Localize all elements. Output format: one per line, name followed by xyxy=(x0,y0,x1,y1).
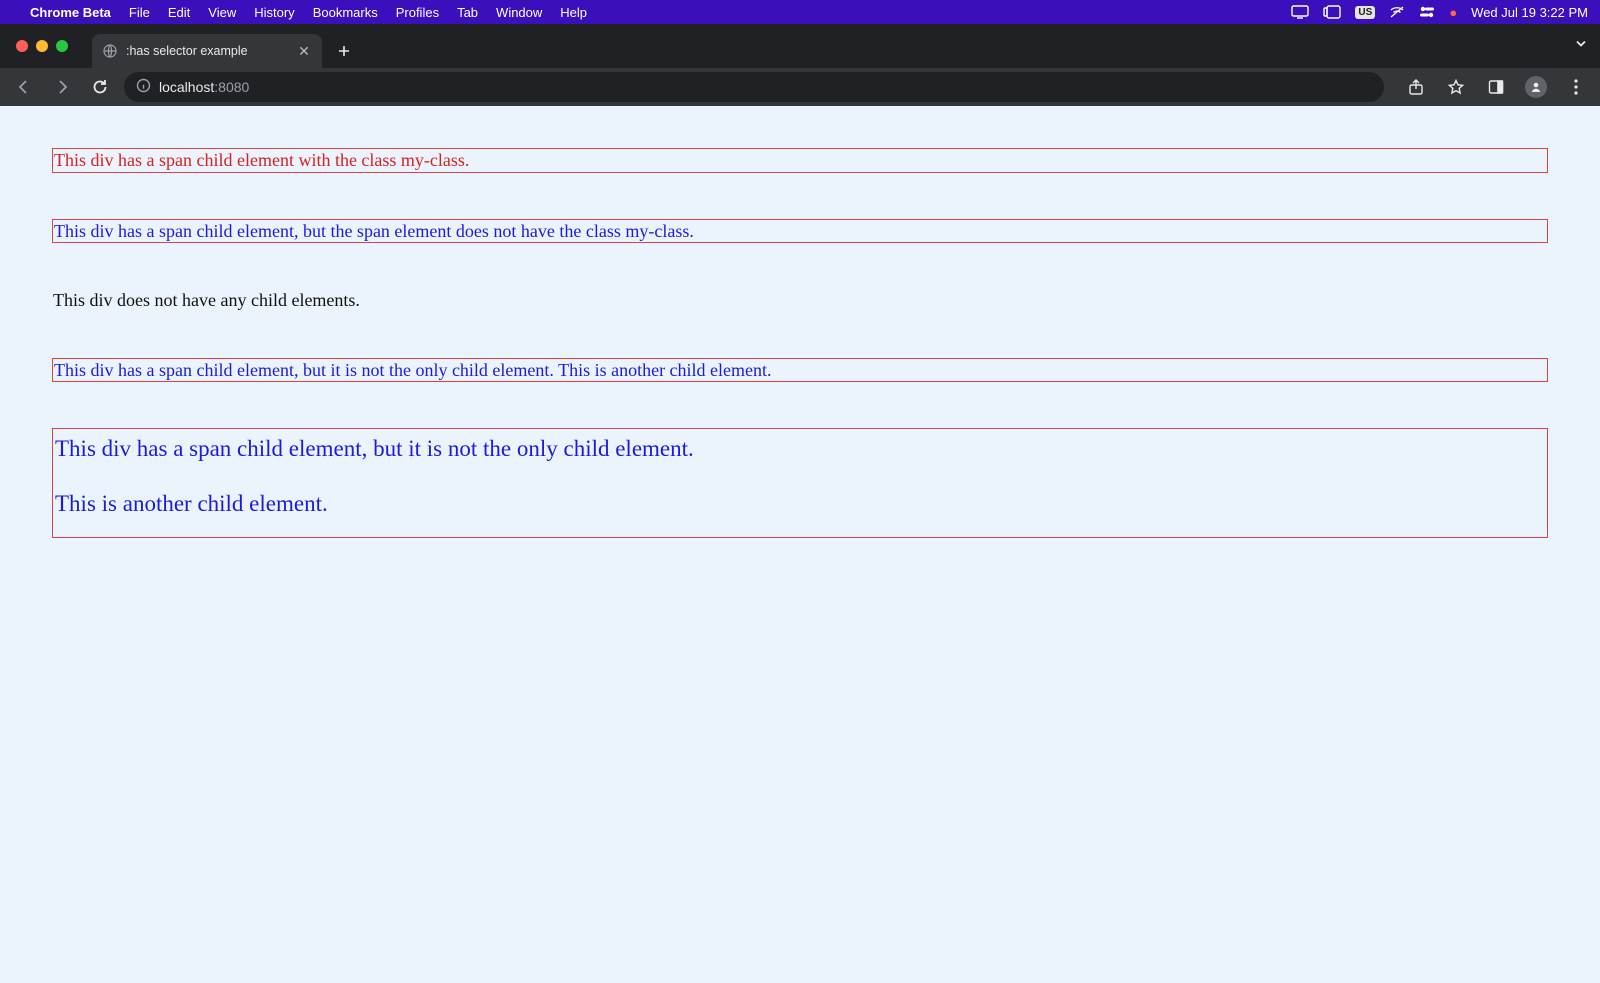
menubar-item-history[interactable]: History xyxy=(254,5,294,20)
wifi-off-icon[interactable] xyxy=(1389,5,1405,19)
window-controls xyxy=(16,40,68,52)
stage-manager-icon[interactable] xyxy=(1323,5,1341,19)
menubar-app-name[interactable]: Chrome Beta xyxy=(30,5,111,20)
bookmark-button[interactable] xyxy=(1442,73,1470,101)
menubar-item-view[interactable]: View xyxy=(208,5,236,20)
new-tab-button[interactable] xyxy=(330,37,358,65)
back-button[interactable] xyxy=(10,73,38,101)
demo-text: This div does not have any child element… xyxy=(53,290,360,310)
screen-mirroring-icon[interactable] xyxy=(1291,5,1309,19)
address-bar[interactable]: localhost:8080 xyxy=(124,72,1384,102)
demo-text-line2: This is another child element. xyxy=(55,488,1545,519)
tab-close-button[interactable]: ✕ xyxy=(296,43,312,59)
profile-button[interactable] xyxy=(1522,73,1550,101)
menubar-item-file[interactable]: File xyxy=(129,5,150,20)
tabs-dropdown-button[interactable] xyxy=(1574,37,1588,56)
share-button[interactable] xyxy=(1402,73,1430,101)
input-source-badge[interactable]: US xyxy=(1355,6,1375,19)
globe-icon xyxy=(102,43,118,59)
url-port: :8080 xyxy=(214,79,249,95)
menubar-clock[interactable]: Wed Jul 19 3:22 PM xyxy=(1471,5,1588,20)
macos-menubar: Chrome Beta File Edit View History Bookm… xyxy=(0,0,1600,24)
demo-box-4: This div has a span child element, but i… xyxy=(52,358,1548,383)
demo-text-line1: This div has a span child element, but i… xyxy=(55,433,1545,464)
browser-toolbar: localhost:8080 xyxy=(0,68,1600,106)
demo-box-1: This div has a span child element with t… xyxy=(52,148,1548,173)
menubar-item-tab[interactable]: Tab xyxy=(457,5,478,20)
window-zoom-button[interactable] xyxy=(56,40,68,52)
browser-tab[interactable]: :has selector example ✕ xyxy=(92,34,322,68)
menubar-item-bookmarks[interactable]: Bookmarks xyxy=(313,5,378,20)
demo-box-2: This div has a span child element, but t… xyxy=(52,219,1548,244)
page-viewport: This div has a span child element with t… xyxy=(0,106,1600,983)
tab-title: :has selector example xyxy=(126,44,288,58)
window-close-button[interactable] xyxy=(16,40,28,52)
browser-tabstrip: :has selector example ✕ xyxy=(0,24,1600,68)
demo-text: This div has a span child element, but t… xyxy=(54,221,694,241)
demo-text: This div has a span child element with t… xyxy=(54,150,469,170)
reload-button[interactable] xyxy=(86,73,114,101)
window-minimize-button[interactable] xyxy=(36,40,48,52)
menubar-item-window[interactable]: Window xyxy=(496,5,542,20)
site-info-icon[interactable] xyxy=(136,78,151,96)
chrome-menu-button[interactable] xyxy=(1562,73,1590,101)
control-center-icon[interactable] xyxy=(1419,6,1435,18)
side-panel-button[interactable] xyxy=(1482,73,1510,101)
recording-indicator-icon: ● xyxy=(1449,5,1457,20)
forward-button[interactable] xyxy=(48,73,76,101)
demo-box-5: This div has a span child element, but i… xyxy=(52,428,1548,538)
url-host: localhost xyxy=(159,79,214,95)
menubar-item-help[interactable]: Help xyxy=(560,5,587,20)
demo-text: This div has a span child element, but i… xyxy=(54,360,772,380)
menubar-item-profiles[interactable]: Profiles xyxy=(396,5,439,20)
demo-box-3: This div does not have any child element… xyxy=(52,289,1548,312)
menubar-item-edit[interactable]: Edit xyxy=(168,5,190,20)
